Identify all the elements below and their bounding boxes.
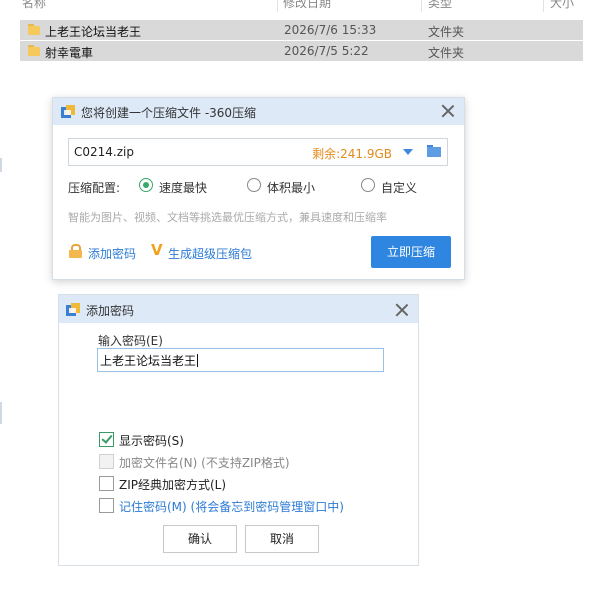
compression-hint: 智能为图片、视频、文档等挑选最优压缩方式，兼具速度和压缩率 bbox=[68, 211, 387, 224]
password-dialog-title: 添加密码 bbox=[86, 304, 135, 318]
password-value: 上老王论坛当老王 bbox=[100, 354, 197, 368]
cancel-button[interactable]: 取消 bbox=[245, 525, 319, 553]
radio-fastest[interactable] bbox=[139, 178, 153, 192]
file-name: 上老王论坛当老王 bbox=[45, 25, 142, 39]
radio-custom-label[interactable]: 自定义 bbox=[381, 179, 417, 196]
archive-filename[interactable]: C0214.zip bbox=[74, 145, 134, 159]
column-name[interactable]: 名称 bbox=[22, 0, 46, 11]
chevron-down-icon[interactable] bbox=[403, 149, 413, 155]
column-type[interactable]: 类型 bbox=[428, 0, 452, 11]
folder-icon bbox=[28, 45, 40, 56]
radio-smallest-label[interactable]: 体积最小 bbox=[267, 179, 315, 196]
folder-browse-icon[interactable] bbox=[427, 145, 441, 157]
show-password-label[interactable]: 显示密码(S) bbox=[119, 432, 184, 449]
file-type: 文件夹 bbox=[428, 25, 465, 39]
file-name: 射幸電車 bbox=[45, 46, 94, 60]
password-input[interactable]: 上老王论坛当老王 bbox=[97, 348, 384, 372]
column-divider[interactable] bbox=[421, 0, 422, 12]
compress-now-button[interactable]: 立即压缩 bbox=[371, 236, 451, 268]
password-dialog: 添加密码 输入密码(E) 上老王论坛当老王 显示密码(S) 加密文件名(N) (… bbox=[58, 294, 419, 566]
remember-password-checkbox[interactable] bbox=[99, 498, 114, 513]
encrypt-filename-checkbox[interactable] bbox=[99, 454, 114, 469]
remember-password-label[interactable]: 记住密码(M) (将会备忘到密码管理窗口中) bbox=[119, 498, 344, 515]
folder-icon bbox=[28, 24, 40, 35]
encrypt-filename-label: 加密文件名(N) (不支持ZIP格式) bbox=[119, 456, 290, 470]
lock-icon[interactable] bbox=[69, 244, 82, 258]
window-edge-mark bbox=[0, 158, 2, 172]
column-divider[interactable] bbox=[543, 0, 544, 12]
radio-custom[interactable] bbox=[361, 178, 375, 192]
file-row[interactable]: 上老王论坛当老王 2026/7/6 15:33 文件夹 bbox=[20, 20, 583, 40]
show-password-checkbox[interactable] bbox=[99, 432, 114, 447]
compress-dialog: 您将创建一个压缩文件 -360压缩 C0214.zip 剩余:241.9GB 压… bbox=[52, 97, 465, 280]
explorer-column-header: 名称 修改日期 类型 大小 bbox=[0, 0, 607, 12]
file-date: 2026/7/5 5:22 bbox=[284, 44, 369, 58]
zip-classic-encryption-label[interactable]: ZIP经典加密方式(L) bbox=[119, 476, 226, 493]
password-dialog-titlebar[interactable]: 添加密码 bbox=[59, 295, 418, 323]
radio-fastest-label[interactable]: 速度最快 bbox=[159, 179, 207, 196]
column-size[interactable]: 大小 bbox=[550, 0, 574, 11]
vip-icon[interactable]: V bbox=[151, 241, 163, 259]
compress-dialog-title: 您将创建一个压缩文件 -360压缩 bbox=[81, 106, 257, 120]
column-divider[interactable] bbox=[277, 0, 278, 12]
compression-config-label: 压缩配置: bbox=[68, 181, 121, 195]
close-icon[interactable] bbox=[395, 303, 409, 317]
close-icon[interactable] bbox=[441, 104, 455, 118]
ok-button[interactable]: 确认 bbox=[163, 525, 237, 553]
super-package-link[interactable]: 生成超级压缩包 bbox=[168, 245, 252, 262]
password-input-label: 输入密码(E) bbox=[98, 334, 163, 348]
360zip-app-icon bbox=[61, 105, 75, 118]
window-edge-mark bbox=[0, 402, 2, 424]
radio-smallest[interactable] bbox=[247, 178, 261, 192]
archive-path-field[interactable]: C0214.zip 剩余:241.9GB bbox=[68, 138, 448, 166]
file-type: 文件夹 bbox=[428, 46, 465, 60]
add-password-link[interactable]: 添加密码 bbox=[88, 245, 136, 262]
zip-classic-encryption-checkbox[interactable] bbox=[99, 476, 114, 491]
360zip-app-icon bbox=[66, 303, 80, 316]
file-date: 2026/7/6 15:33 bbox=[284, 23, 377, 37]
file-row[interactable]: 射幸電車 2026/7/5 5:22 文件夹 bbox=[20, 41, 583, 61]
column-date[interactable]: 修改日期 bbox=[283, 0, 331, 11]
free-space-label: 剩余:241.9GB bbox=[312, 147, 392, 161]
text-cursor bbox=[197, 354, 199, 367]
compress-dialog-titlebar[interactable]: 您将创建一个压缩文件 -360压缩 bbox=[53, 98, 464, 125]
